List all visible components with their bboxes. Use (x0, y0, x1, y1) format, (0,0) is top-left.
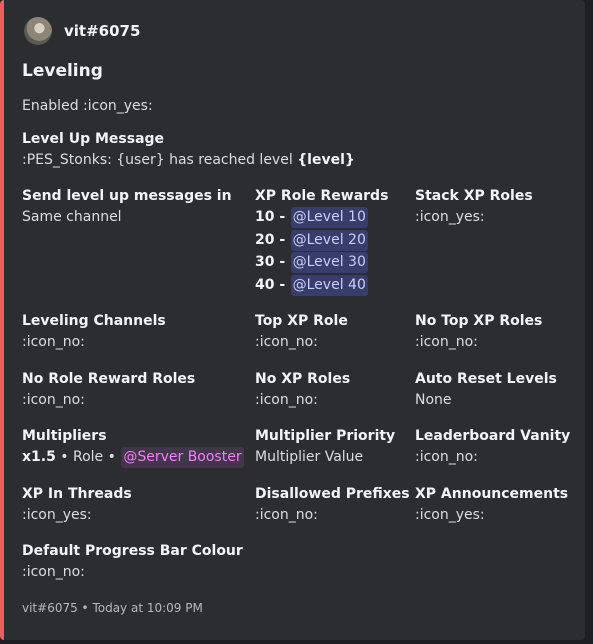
role-mention[interactable]: @Level 30 (290, 252, 368, 274)
field-xp-role-rewards: XP Role Rewards 10 - @Level 10 20 - @Lev… (255, 186, 388, 298)
field-name: No Role Reward Roles (22, 371, 196, 387)
field-value: :PES_Stonks: {user} has reached level {l… (22, 150, 355, 171)
field-value: :icon_no: (22, 334, 85, 350)
field-value: :icon_yes: (415, 209, 485, 225)
field-no-xp-roles: No XP Roles :icon_no: (255, 369, 350, 411)
field-send-level-up: Send level up messages in Same channel (22, 186, 232, 228)
field-name: Multipliers (22, 428, 107, 444)
field-xp-announcements: XP Announcements :icon_yes: (415, 484, 568, 526)
author-avatar[interactable] (24, 17, 52, 45)
level-up-text: :PES_Stonks: {user} has reached level (22, 152, 298, 168)
field-name: XP In Threads (22, 486, 132, 502)
role-mention[interactable]: @Level 20 (290, 229, 368, 251)
field-value: :icon_no: (255, 334, 318, 350)
role-mention[interactable]: @Level 40 (290, 275, 368, 297)
field-multipliers: Multipliers x1.5 • Role • @Server Booste… (22, 426, 244, 468)
role-mention[interactable]: @Level 10 (290, 207, 368, 228)
field-name: XP Role Rewards (255, 188, 389, 204)
reward-level: 20 - (255, 231, 286, 248)
field-name: Send level up messages in (22, 188, 232, 204)
embed-title: Leveling (22, 61, 103, 81)
reward-level: 40 - (255, 277, 286, 294)
field-xp-in-threads: XP In Threads :icon_yes: (22, 484, 132, 526)
field-value: Multiplier Value (255, 449, 364, 465)
field-value: :icon_no: (22, 392, 85, 408)
field-level-up-message: Level Up Message :PES_Stonks: {user} has… (22, 129, 355, 171)
field-value: x1.5 • Role • @Server Booster (22, 447, 244, 468)
role-reward-row: 40 - @Level 40 (255, 275, 388, 298)
multiplier-separator: • Role • (55, 449, 121, 465)
reward-level: 10 - (255, 209, 286, 225)
field-value: Same channel (22, 209, 122, 225)
field-value: None (415, 392, 452, 408)
field-stack-xp-roles: Stack XP Roles :icon_yes: (415, 186, 533, 228)
field-name: Leveling Channels (22, 313, 166, 329)
field-value: :icon_yes: (415, 507, 485, 523)
role-reward-row: 30 - @Level 30 (255, 252, 388, 275)
field-auto-reset-levels: Auto Reset Levels None (415, 369, 557, 411)
field-name: Stack XP Roles (415, 188, 533, 204)
field-value: :icon_no: (255, 392, 318, 408)
booster-role-mention[interactable]: @Server Booster (121, 447, 244, 468)
field-name: Top XP Role (255, 313, 348, 329)
field-name: Level Up Message (22, 131, 165, 147)
field-name: No XP Roles (255, 371, 351, 387)
field-value: 10 - @Level 10 20 - @Level 20 30 - @Leve… (255, 207, 388, 298)
field-value: :icon_no: (255, 507, 318, 523)
embed-description: Enabled :icon_yes: (22, 98, 153, 114)
leveling-embed: vit#6075 Leveling Enabled :icon_yes: Lev… (0, 0, 585, 640)
field-no-top-xp-roles: No Top XP Roles :icon_no: (415, 311, 542, 353)
field-name: Default Progress Bar Colour (22, 543, 243, 559)
level-placeholder: {level} (297, 152, 355, 168)
field-leaderboard-vanity: Leaderboard Vanity :icon_no: (415, 426, 570, 468)
field-name: Auto Reset Levels (415, 371, 557, 387)
field-no-role-reward-roles: No Role Reward Roles :icon_no: (22, 369, 195, 411)
author-name[interactable]: vit#6075 (64, 22, 140, 40)
field-leveling-channels: Leveling Channels :icon_no: (22, 311, 166, 353)
embed-author: vit#6075 (24, 17, 140, 45)
field-top-xp-role: Top XP Role :icon_no: (255, 311, 348, 353)
role-reward-row: 20 - @Level 20 (255, 229, 388, 253)
field-name: Leaderboard Vanity (415, 428, 571, 444)
role-reward-row: 10 - @Level 10 (255, 207, 388, 230)
field-name: No Top XP Roles (415, 313, 543, 329)
field-default-progress-bar-colour: Default Progress Bar Colour :icon_no: (22, 541, 243, 583)
reward-level: 30 - (255, 254, 286, 271)
field-value: :icon_no: (415, 334, 478, 350)
field-value: :icon_no: (415, 449, 478, 465)
field-name: Multiplier Priority (255, 428, 396, 444)
field-value: :icon_no: (22, 564, 85, 580)
field-disallowed-prefixes: Disallowed Prefixes :icon_no: (255, 484, 410, 526)
embed-footer: vit#6075 • Today at 10:09 PM (22, 601, 203, 615)
field-name: Disallowed Prefixes (255, 486, 410, 502)
multiplier-amount: x1.5 (22, 449, 56, 465)
field-value: :icon_yes: (22, 507, 92, 523)
field-name: XP Announcements (415, 486, 569, 502)
field-multiplier-priority: Multiplier Priority Multiplier Value (255, 426, 395, 468)
